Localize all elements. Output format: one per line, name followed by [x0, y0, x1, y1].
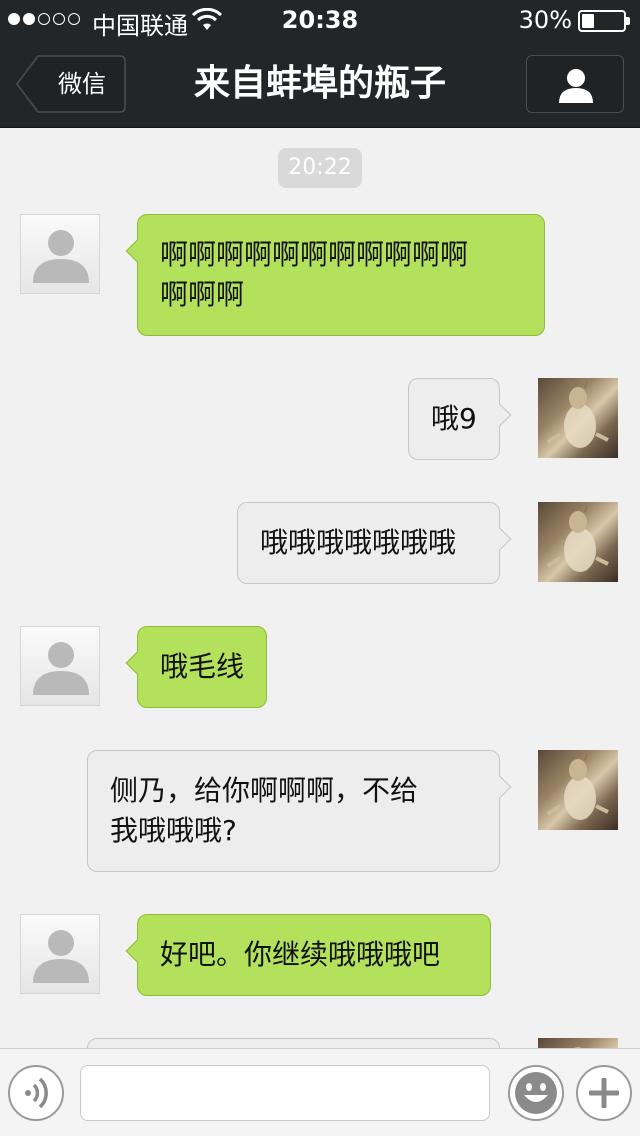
emoji-icon [515, 1072, 557, 1114]
contact-avatar[interactable] [20, 214, 100, 294]
back-button-label: 微信 [58, 70, 106, 98]
battery-percent: 30% [518, 6, 572, 34]
contact-avatar[interactable] [20, 626, 100, 706]
message-text: 哦哦哦哦哦哦哦 [260, 526, 457, 559]
voice-input-button[interactable] [8, 1065, 64, 1121]
contact-avatar[interactable] [20, 914, 100, 994]
message-text: 好吧。你继续哦哦哦吧 [160, 938, 441, 971]
input-bar [0, 1048, 640, 1136]
kangaroo-photo-icon [546, 502, 609, 572]
voice-icon [25, 1077, 48, 1109]
received-message-bubble[interactable]: 啊啊啊啊啊啊啊啊啊啊啊 啊啊啊 [125, 214, 545, 336]
battery-icon [578, 10, 630, 32]
message-text: 哦毛线 [160, 650, 245, 683]
message-text: 侧乃，给你啊啊啊，不给 我哦哦哦? [110, 774, 419, 847]
message-input[interactable] [80, 1065, 490, 1121]
message-text: 啊啊啊啊啊啊啊啊啊啊啊 啊啊啊 [160, 238, 469, 311]
message-timestamp: 20:22 [278, 148, 362, 188]
chat-area[interactable]: 20:22 啊啊啊啊啊啊啊啊啊啊啊 啊啊啊 哦9 哦哦哦哦哦哦哦 哦毛线 侧乃，… [0, 128, 640, 1048]
plus-icon [589, 1078, 619, 1108]
status-bar: 中国联通 20:38 30% [0, 0, 640, 40]
emoji-button[interactable] [508, 1065, 564, 1121]
kangaroo-photo-icon [546, 378, 609, 448]
person-icon [559, 69, 593, 103]
kangaroo-photo-icon [574, 1047, 582, 1048]
my-avatar[interactable] [538, 1038, 618, 1048]
received-message-bubble[interactable]: 哦毛线 [125, 626, 267, 708]
contact-profile-button[interactable] [526, 55, 624, 113]
sent-message-bubble[interactable]: 哦9 [408, 378, 512, 460]
my-avatar[interactable] [538, 378, 618, 458]
received-message-bubble[interactable]: 好吧。你继续哦哦哦吧 [125, 914, 491, 996]
back-button[interactable]: 微信 [16, 55, 126, 113]
kangaroo-photo-icon [546, 750, 609, 820]
default-avatar-icon [33, 930, 89, 983]
default-avatar-icon [33, 230, 89, 283]
my-avatar[interactable] [538, 750, 618, 830]
sent-message-bubble[interactable]: 侧乃，给你啊啊啊，不给 我哦哦哦? [87, 750, 512, 872]
my-avatar[interactable] [538, 502, 618, 582]
chat-title: 来自蚌埠的瓶子 [193, 63, 446, 104]
message-text: 哦9 [431, 402, 477, 435]
navigation-bar: 微信 来自蚌埠的瓶子 [0, 40, 640, 128]
more-options-button[interactable] [576, 1065, 632, 1121]
sent-message-bubble[interactable] [87, 1038, 500, 1048]
default-avatar-icon [33, 642, 89, 695]
sent-message-bubble[interactable]: 哦哦哦哦哦哦哦 [237, 502, 512, 584]
